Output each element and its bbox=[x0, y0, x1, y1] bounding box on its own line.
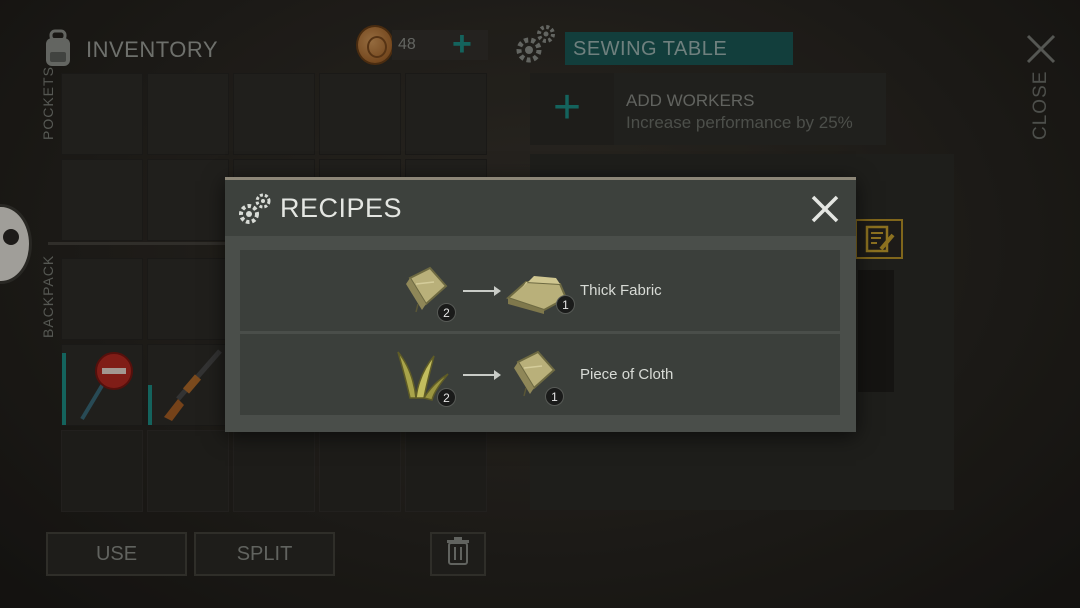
thick-fabric-icon bbox=[504, 268, 570, 321]
recipe-name: Thick Fabric bbox=[580, 282, 662, 299]
output-quantity-badge: 1 bbox=[556, 295, 575, 314]
input-quantity-badge: 2 bbox=[437, 303, 456, 322]
arrow-right-icon bbox=[463, 286, 501, 296]
output-quantity-badge: 1 bbox=[545, 387, 564, 406]
close-icon[interactable] bbox=[808, 192, 842, 231]
recipe-name: Piece of Cloth bbox=[580, 366, 674, 383]
input-quantity-badge: 2 bbox=[437, 388, 456, 407]
recipes-title: RECIPES bbox=[280, 193, 403, 223]
arrow-right-icon bbox=[463, 370, 501, 380]
gears-icon bbox=[238, 192, 272, 231]
